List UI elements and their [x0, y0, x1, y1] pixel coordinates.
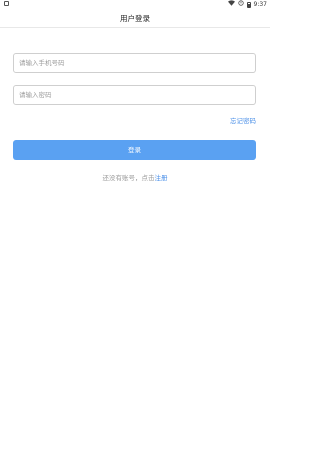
- wifi-icon: [227, 0, 235, 9]
- forgot-password-link[interactable]: 忘记密码: [230, 117, 256, 126]
- register-prompt: 还没有账号，点击注册: [0, 174, 270, 183]
- page-title: 用户登录: [0, 9, 270, 28]
- register-prompt-text: 还没有账号，点击: [102, 174, 155, 182]
- status-bar-right: 9:37: [227, 0, 267, 9]
- register-link[interactable]: 注册: [155, 174, 168, 182]
- status-bar: 9:37: [0, 0, 270, 9]
- notification-icon: [4, 1, 9, 6]
- signal-icon: [237, 0, 244, 9]
- password-field[interactable]: [13, 85, 256, 105]
- password-input[interactable]: [19, 91, 250, 99]
- phone-input[interactable]: [19, 59, 250, 67]
- status-time: 9:37: [253, 1, 267, 8]
- phone-field[interactable]: [13, 53, 256, 73]
- login-button[interactable]: 登录: [13, 140, 256, 160]
- battery-icon: [246, 1, 251, 8]
